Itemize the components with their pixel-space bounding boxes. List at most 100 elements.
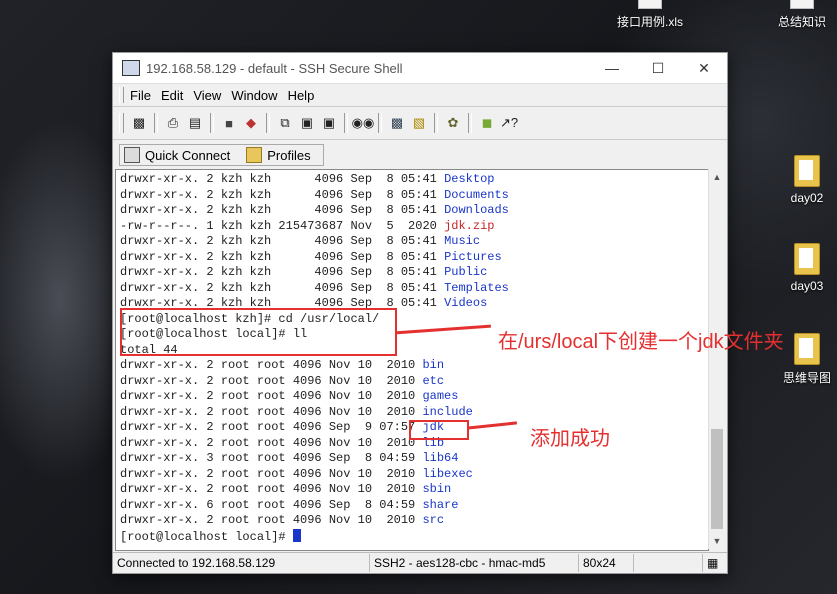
terminal-text: drwxr-xr-x. 6 root root 4096 Sep 8 04:59 [120,497,423,512]
quick-connect-button[interactable]: Quick Connect [120,145,234,165]
prompt-text: [root@localhost local]# [120,529,293,544]
minimize-button[interactable]: — [589,53,635,83]
profiles-button[interactable]: Profiles [242,145,314,165]
find-icon[interactable]: ◉◉ [352,114,375,132]
toolbar-separator [266,113,270,133]
terminal-line: drwxr-xr-x. 2 root root 4096 Nov 10 2010… [120,405,708,421]
menu-window[interactable]: Window [231,88,277,103]
create-folder-note: 在/urs/local下创建一个jdk文件夹 [498,331,784,353]
dir-name: sbin [422,482,452,496]
settings-icon[interactable]: ▩ [388,114,406,132]
terminal-text: drwxr-xr-x. 2 root root 4096 Nov 10 2010 [120,513,423,527]
maximize-button[interactable]: ☐ [635,53,681,83]
dir-name: libexec [422,466,473,481]
scroll-up-arrow-icon[interactable]: ▲ [709,169,725,185]
scroll-down-arrow-icon[interactable]: ▼ [709,533,725,549]
ssh-app-icon [122,60,140,76]
terminal-text: drwxr-xr-x. 2 root root 4096 Nov 10 2010 [120,389,423,403]
menu-help[interactable]: Help [288,88,315,103]
terminal-text: drwxr-xr-x. 2 root root 4096 Nov 10 2010 [120,404,423,419]
menu-edit[interactable]: Edit [161,88,183,103]
desktop-icon-label: 接口用例.xls [616,15,683,29]
dir-name: games [422,389,459,403]
copy-icon[interactable]: ⧉ [276,114,294,132]
terminal-line: drwxr-xr-x. 2 kzh kzh 4096 Sep 8 05:41 D… [120,203,708,219]
disconnect-icon[interactable]: ◆ [242,114,260,132]
close-button[interactable]: ✕ [681,53,727,83]
terminal-line: -rw-r--r--. 1 kzh kzh 215473687 Nov 5 20… [120,219,708,235]
file-transfer-icon[interactable]: ▧ [410,114,428,132]
scroll-thumb[interactable] [711,429,723,529]
toolbar-separator [468,113,472,133]
terminal-text: -rw-r--r--. 1 kzh kzh 215473687 Nov 5 20… [120,218,445,233]
folder-icon [794,333,820,365]
desktop-icon-label: 思维导图 [782,371,831,385]
terminal-line: drwxr-xr-x. 2 kzh kzh 4096 Sep 8 05:41 D… [120,172,708,188]
terminal-text: drwxr-xr-x. 2 kzh kzh 4096 Sep 8 05:41 [120,172,445,186]
terminal-line: drwxr-xr-x. 2 root root 4096 Nov 10 2010… [120,389,708,405]
terminal-line: drwxr-xr-x. 2 root root 4096 Nov 10 2010… [120,467,708,483]
desktop-folder-day03[interactable]: day03 [772,243,837,293]
terminal-text: drwxr-xr-x. 2 kzh kzh 4096 Sep 8 05:41 [120,249,445,264]
terminal-line: drwxr-xr-x. 2 kzh kzh 4096 Sep 8 05:41 P… [120,265,708,281]
dir-name: include [422,404,473,419]
desktop-file-xls[interactable]: 接口用例.xls [615,0,685,30]
title-bar[interactable]: 192.168.58.129 - default - SSH Secure Sh… [113,53,727,83]
toolbar-separator [154,113,158,133]
terminal-text: drwxr-xr-x. 2 root root 4096 Nov 10 2010 [120,358,423,372]
jdk-highlight-box [409,420,469,440]
quick-connect-label: Quick Connect [145,147,231,163]
menu-file[interactable]: File [130,88,151,103]
dir-name: bin [422,358,445,372]
window-title: 192.168.58.129 - default - SSH Secure Sh… [146,60,403,76]
help-book-icon[interactable]: ◼ [478,114,496,132]
desktop-folder-day02[interactable]: day02 [772,155,837,205]
xls-file-icon [638,0,662,9]
desktop-icon-label: 总结知识 [777,15,826,29]
menu-bar: File Edit View Window Help [113,83,727,106]
toolbar-separator [344,113,348,133]
terminal-text: drwxr-xr-x. 2 kzh kzh 4096 Sep 8 05:41 [120,265,445,279]
terminal-text: drwxr-xr-x. 2 root root 4096 Nov 10 2010 [120,373,423,388]
terminal-line: drwxr-xr-x. 2 root root 4096 Nov 10 2010… [120,513,708,529]
file-name: jdk.zip [444,218,495,233]
vertical-scrollbar[interactable]: ▲ ▼ [708,169,725,549]
file-name: Desktop [444,172,495,186]
text-cursor [292,528,301,542]
terminal-text: drwxr-xr-x. 3 root root 4096 Sep 8 04:59 [120,451,423,465]
paste-icon[interactable]: ▣ [298,114,316,132]
status-empty [634,554,703,572]
menubar-grip [119,87,124,103]
terminal-text: drwxr-xr-x. 2 root root 4096 Nov 10 2010 [120,466,423,481]
terminal-line: drwxr-xr-x. 3 root root 4096 Sep 8 04:59… [120,451,708,467]
folder-icon [794,155,820,187]
print-preview-icon[interactable]: ▤ [186,114,204,132]
profiles-label: Profiles [267,147,311,163]
save-icon[interactable]: ▩ [130,114,148,132]
terminal-text: drwxr-xr-x. 2 kzh kzh 4096 Sep 8 05:41 [120,280,445,295]
dir-name: etc [422,373,445,388]
terminal-area[interactable]: drwxr-xr-x. 2 kzh kzh 4096 Sep 8 05:41 D… [115,169,709,551]
profile-icon[interactable]: ✿ [444,114,462,132]
success-note: 添加成功 [530,428,610,450]
status-cipher: SSH2 - aes128-cbc - hmac-md5 [370,554,579,572]
file-name: Videos [444,296,488,310]
terminal-text: drwxr-xr-x. 2 root root 4096 Sep 9 07:57 [120,420,423,434]
toolbar-separator [210,113,214,133]
terminal-line: drwxr-xr-x. 2 kzh kzh 4096 Sep 8 05:41 P… [120,250,708,266]
terminal-text: drwxr-xr-x. 2 kzh kzh 4096 Sep 8 05:41 [120,203,445,217]
print-icon[interactable]: ⎙ [164,114,182,132]
toolbar: ▩ ⎙ ▤ ■ ◆ ⧉ ▣ ▣ ◉◉ ▩ ▧ ✿ ◼ ↗? [113,106,727,139]
file-name: Music [444,234,481,248]
file-name: Downloads [444,203,509,217]
desktop-item-summary[interactable]: 总结知识 [767,0,837,30]
terminal-prompt-line: [root@localhost local]# [120,528,708,546]
terminal-output: drwxr-xr-x. 2 kzh kzh 4096 Sep 8 05:41 D… [116,170,708,545]
terminal-line: drwxr-xr-x. 2 root root 4096 Nov 10 2010… [120,482,708,498]
paste2-icon[interactable]: ▣ [320,114,338,132]
menu-view[interactable]: View [193,88,221,103]
context-help-icon[interactable]: ↗? [500,114,518,132]
quick-connect-group: Quick Connect Profiles [119,144,324,166]
dir-name: lib64 [422,451,459,465]
new-window-icon[interactable]: ■ [220,114,238,132]
